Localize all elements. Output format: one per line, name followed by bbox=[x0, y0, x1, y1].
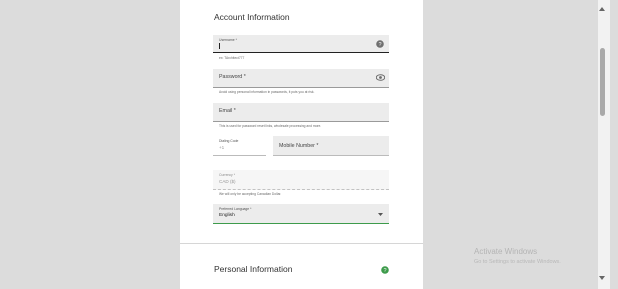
username-helper: ex: TArchitect777 bbox=[219, 56, 245, 60]
personal-information-heading: Personal Information bbox=[214, 264, 293, 274]
section-divider bbox=[180, 243, 423, 244]
currency-field bbox=[213, 170, 389, 190]
dialing-code-label: Dialing Code bbox=[219, 139, 239, 143]
page-background-left bbox=[0, 0, 180, 289]
currency-helper: We will only be accepting Canadian Dolla… bbox=[219, 192, 282, 196]
page-background-right bbox=[423, 0, 598, 289]
preferred-language-value: English bbox=[219, 213, 235, 218]
username-label: Username * bbox=[219, 38, 237, 42]
text-cursor bbox=[219, 43, 220, 49]
scroll-down-icon[interactable] bbox=[599, 276, 605, 280]
currency-value: CAD ($) bbox=[219, 179, 236, 184]
activate-windows-subtitle: Go to Settings to activate Windows. bbox=[474, 259, 561, 265]
email-helper: This is used for password reset links, w… bbox=[219, 124, 322, 128]
username-field[interactable] bbox=[213, 35, 389, 53]
eye-icon[interactable] bbox=[376, 74, 385, 81]
help-icon[interactable]: ? bbox=[376, 40, 384, 48]
email-label: Email * bbox=[219, 108, 236, 114]
activate-windows-title: Activate Windows bbox=[474, 247, 538, 256]
dialing-code-value: +1 bbox=[219, 145, 225, 150]
help-icon[interactable]: ? bbox=[381, 266, 389, 274]
scrollbar-track[interactable] bbox=[598, 0, 610, 289]
password-label: Password * bbox=[219, 74, 246, 80]
account-information-heading: Account Information bbox=[214, 12, 290, 22]
preferred-language-label: Preferred Language * bbox=[219, 207, 252, 211]
scroll-up-icon[interactable] bbox=[599, 7, 605, 11]
scrollbar-thumb[interactable] bbox=[600, 48, 605, 116]
svg-text:?: ? bbox=[383, 268, 386, 274]
svg-text:?: ? bbox=[378, 42, 381, 48]
email-field[interactable] bbox=[213, 103, 389, 122]
password-helper: Avoid using personal information in pass… bbox=[219, 90, 315, 94]
caret-down-icon[interactable] bbox=[378, 213, 383, 216]
currency-label: Currency * bbox=[219, 173, 236, 177]
mobile-number-label: Mobile Number * bbox=[279, 143, 319, 149]
